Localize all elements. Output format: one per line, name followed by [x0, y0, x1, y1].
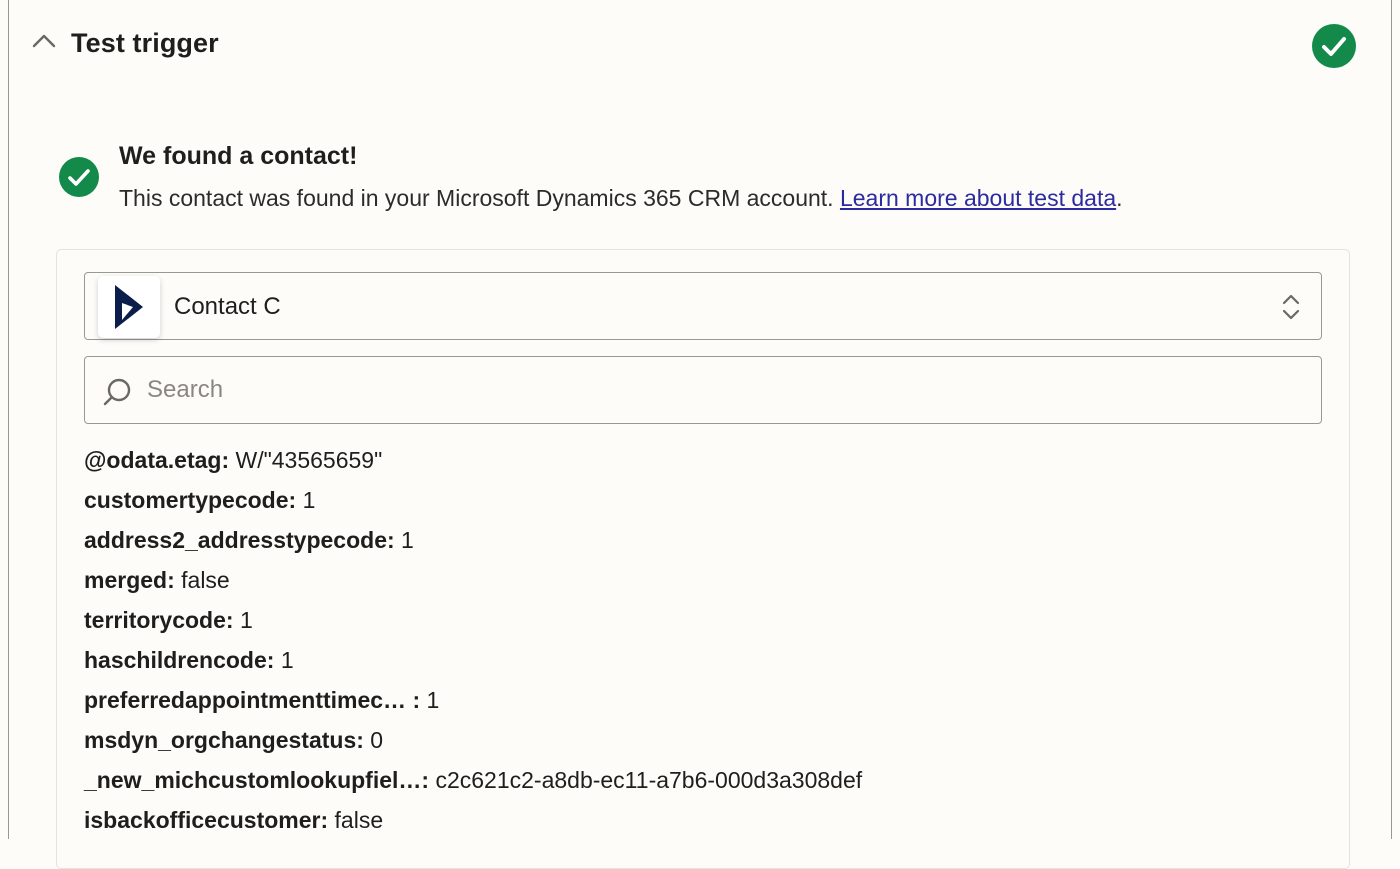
field-row: msdyn_orgchangestatus: 0 [84, 720, 1322, 760]
field-key: isbackofficecustomer: [84, 807, 329, 833]
selected-record-label: Contact C [174, 293, 281, 320]
check-circle-icon [1312, 24, 1356, 68]
field-value: 1 [239, 607, 253, 633]
microsoft-dynamics-logo-icon [98, 276, 160, 338]
field-value: W/"43565659" [235, 447, 383, 473]
field-key: merged: [84, 567, 175, 593]
field-key: _new_michcustomlookupfiel…: [84, 767, 430, 793]
learn-more-link[interactable]: Learn more about test data [840, 185, 1116, 211]
section-title: Test trigger [71, 28, 219, 58]
field-row: merged: false [84, 560, 1322, 600]
field-key: @odata.etag: [84, 447, 230, 473]
chevron-up-icon[interactable] [31, 28, 57, 54]
chevron-up-down-icon [1282, 294, 1300, 320]
search-input[interactable] [147, 357, 1307, 423]
field-key: address2_addresstypecode: [84, 527, 395, 553]
field-row: isbackofficecustomer: false [84, 800, 1322, 840]
section-header[interactable]: Test trigger [9, 0, 1391, 90]
trigger-test-panel: Test trigger We found a contact! This co… [8, 0, 1392, 869]
result-title: We found a contact! [119, 142, 358, 170]
result-description: This contact was found in your Microsoft… [119, 185, 1123, 212]
field-row: territorycode: 1 [84, 600, 1322, 640]
field-key: territorycode: [84, 607, 234, 633]
field-row: customertypecode: 1 [84, 480, 1322, 520]
field-value: c2c621c2-a8db-ec11-a7b6-000d3a308def [435, 767, 863, 793]
search-field[interactable] [84, 356, 1322, 424]
result-description-trailing: . [1116, 185, 1123, 211]
field-value: 1 [426, 687, 440, 713]
field-value: false [334, 807, 384, 833]
field-value: 1 [302, 487, 316, 513]
field-list: @odata.etag: W/"43565659" customertypecod… [84, 440, 1322, 840]
record-select[interactable]: Contact C [84, 272, 1322, 340]
success-check-icon [59, 157, 99, 197]
search-icon [103, 378, 131, 406]
field-key: customertypecode: [84, 487, 297, 513]
field-row: @odata.etag: W/"43565659" [84, 440, 1322, 480]
field-value: 1 [401, 527, 414, 553]
field-key: msdyn_orgchangestatus: [84, 727, 364, 753]
field-row: _new_michcustomlookupfiel…: c2c621c2-a8d… [84, 760, 1322, 800]
result-description-text: This contact was found in your Microsoft… [119, 185, 834, 211]
field-value: 0 [370, 727, 384, 753]
field-key: preferredappointmenttimec… : [84, 687, 421, 713]
field-key: haschildrencode: [84, 647, 275, 673]
field-value: 1 [280, 647, 294, 673]
field-value: false [181, 567, 230, 593]
field-row: preferredappointmenttimec… : 1 [84, 680, 1322, 720]
field-row: address2_addresstypecode: 1 [84, 520, 1322, 560]
field-row: haschildrencode: 1 [84, 640, 1322, 680]
